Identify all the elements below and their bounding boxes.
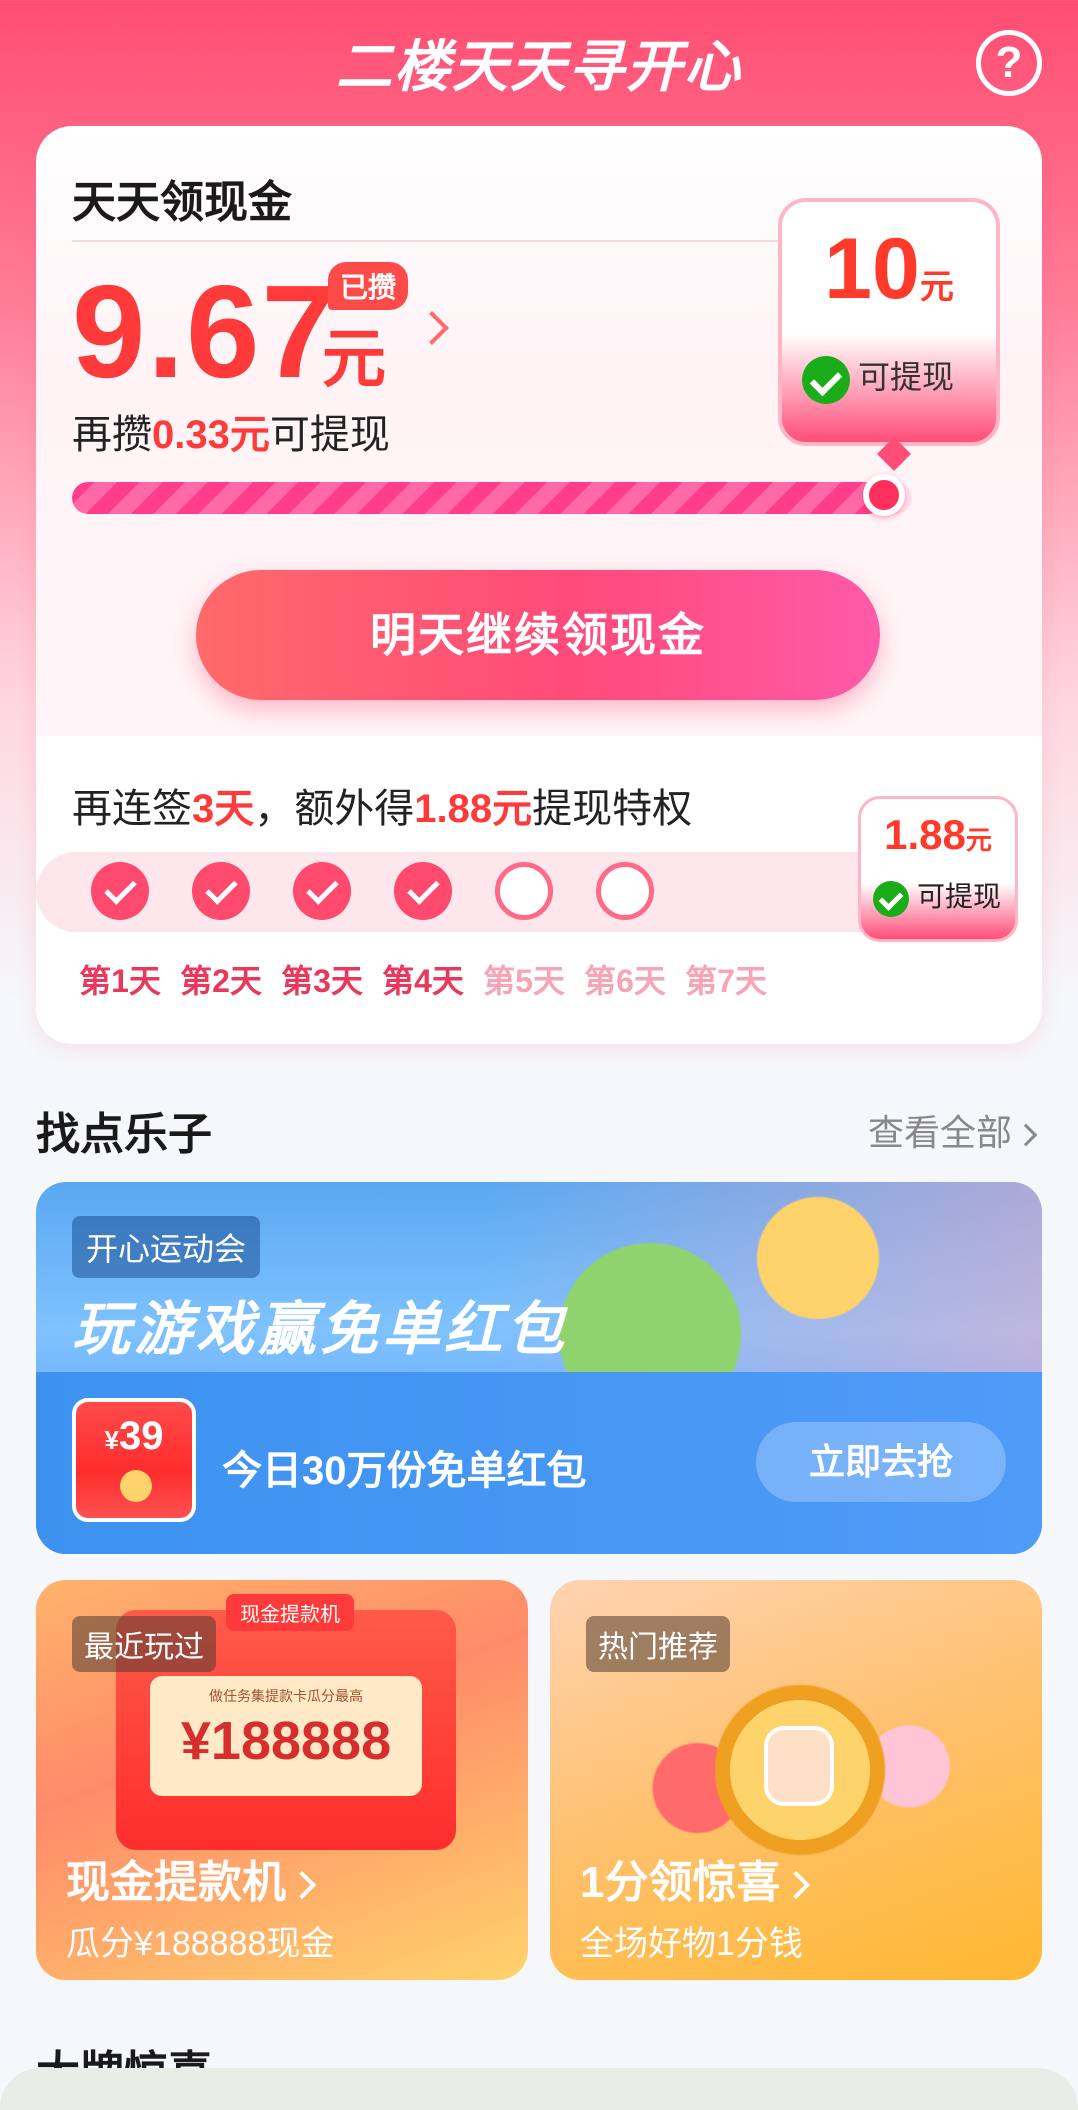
bonus-withdraw-badge: 1.88元 可提现 bbox=[858, 796, 1018, 942]
streak-hint: 再连签3天，额外得1.88元提现特权 bbox=[72, 776, 692, 834]
chevron-right-icon bbox=[1014, 1124, 1038, 1147]
chevron-right-icon bbox=[287, 1871, 317, 1900]
top-bar: 二楼天天寻开心 ? bbox=[0, 0, 1078, 125]
help-icon[interactable]: ? bbox=[976, 30, 1042, 96]
wechat-pay-icon bbox=[873, 880, 909, 917]
mascot-icon bbox=[764, 1726, 834, 1806]
empty-circle-icon bbox=[495, 862, 553, 920]
section-title-fun: 找点乐子 bbox=[36, 1110, 212, 1159]
red-packet-icon: ¥39 bbox=[72, 1398, 196, 1522]
streak-prefix: 再连签 bbox=[72, 787, 192, 831]
tile-title: 1分领惊喜 bbox=[580, 1846, 811, 1910]
amount-value: 9.67 bbox=[72, 258, 337, 405]
bottom-sheet-edge bbox=[0, 2068, 1078, 2110]
chevron-right-icon bbox=[782, 1871, 811, 1900]
progress-knob bbox=[863, 474, 906, 516]
streak-middle: ，额外得 bbox=[254, 787, 415, 831]
progress-bar bbox=[72, 482, 912, 514]
divider bbox=[72, 240, 812, 242]
banner-title: 玩游戏赢免单红包 bbox=[72, 1297, 569, 1362]
banner-desc: 今日30万份免单红包 bbox=[222, 1449, 587, 1493]
amount-unit: 元 bbox=[322, 323, 386, 395]
saved-badge: 已攒 bbox=[328, 262, 409, 310]
chevron-right-icon[interactable] bbox=[415, 311, 449, 345]
continue-tomorrow-button[interactable]: 明天继续领现金 bbox=[196, 570, 880, 700]
bonus-value: 1.88元 bbox=[861, 811, 1015, 859]
goal-value: 10元 bbox=[782, 220, 996, 319]
check-circle-icon bbox=[293, 862, 351, 920]
atm-screen-amount: ¥188888 bbox=[180, 1711, 392, 1771]
streak-days: 3天 bbox=[192, 787, 255, 831]
streak-suffix: 提现特权 bbox=[532, 787, 693, 831]
wechat-pay-icon bbox=[802, 355, 850, 404]
tile-title-text: 1分领惊喜 bbox=[580, 1858, 781, 1907]
red-packet-amount: ¥39 bbox=[76, 1414, 192, 1459]
yen-sign: ¥ bbox=[104, 1425, 119, 1455]
cash-atm-tile[interactable]: 现金提款机 做任务集提款卡瓜分最高 ¥188888 最近玩过 现金提款机 瓜分¥… bbox=[36, 1580, 528, 1980]
coin-icon bbox=[120, 1470, 152, 1502]
recently-played-tag: 最近玩过 bbox=[72, 1616, 216, 1672]
goal-number: 10 bbox=[824, 221, 920, 317]
page-title: 二楼天天寻开心 bbox=[336, 35, 742, 98]
streak-bonus: 1.88元 bbox=[414, 787, 533, 831]
tile-subtitle: 全场好物1分钱 bbox=[580, 1925, 803, 1963]
hint-prefix: 再攒 bbox=[72, 413, 152, 457]
hint-suffix: 可提现 bbox=[269, 413, 390, 457]
view-all-label: 查看全部 bbox=[867, 1112, 1012, 1153]
atm-screen: 做任务集提款卡瓜分最高 ¥188888 bbox=[150, 1676, 422, 1796]
sports-game-banner[interactable]: 开心运动会 玩游戏赢免单红包 ¥39 今日30万份免单红包 立即去抢 bbox=[36, 1182, 1042, 1554]
atm-screen-note: 做任务集提款卡瓜分最高 bbox=[209, 1688, 363, 1704]
bonus-number: 1.88 bbox=[884, 811, 966, 858]
view-all-link[interactable]: 查看全部 bbox=[867, 1104, 1038, 1156]
bonus-unit: 元 bbox=[965, 825, 992, 855]
check-circle-icon bbox=[394, 862, 452, 920]
bonus-label-text: 可提现 bbox=[917, 881, 1002, 912]
atm-label: 现金提款机 bbox=[226, 1594, 354, 1631]
bonus-label: 可提现 bbox=[873, 875, 1001, 917]
goal-label: 可提现 bbox=[802, 352, 954, 404]
withdraw-goal-badge: 10元 可提现 bbox=[778, 198, 1000, 471]
tile-title: 现金提款机 bbox=[66, 1846, 317, 1910]
progress-fill bbox=[72, 482, 885, 514]
tile-subtitle: 瓜分¥188888现金 bbox=[66, 1925, 335, 1963]
goal-unit: 元 bbox=[919, 268, 954, 306]
remaining-hint: 再攒0.33元可提现 bbox=[72, 402, 390, 460]
one-cent-surprise-tile[interactable]: 热门推荐 1分领惊喜 全场好物1分钱 bbox=[550, 1580, 1042, 1980]
tile-title-text: 现金提款机 bbox=[66, 1858, 286, 1907]
card-title: 天天领现金 bbox=[72, 178, 292, 227]
banner-tag: 开心运动会 bbox=[72, 1216, 261, 1278]
signin-day-6 bbox=[565, 862, 685, 920]
red-packet-value: 39 bbox=[118, 1414, 164, 1458]
empty-circle-icon bbox=[596, 862, 654, 920]
check-circle-icon bbox=[91, 862, 149, 920]
signin-day-label: 第7天 bbox=[685, 963, 767, 999]
goal-label-text: 可提现 bbox=[858, 359, 955, 395]
hot-recommend-tag: 热门推荐 bbox=[586, 1616, 730, 1672]
pointer bbox=[877, 437, 911, 471]
grab-now-button[interactable]: 立即去抢 bbox=[756, 1422, 1006, 1502]
check-circle-icon bbox=[192, 862, 250, 920]
hint-amount: 0.33元 bbox=[152, 413, 270, 457]
